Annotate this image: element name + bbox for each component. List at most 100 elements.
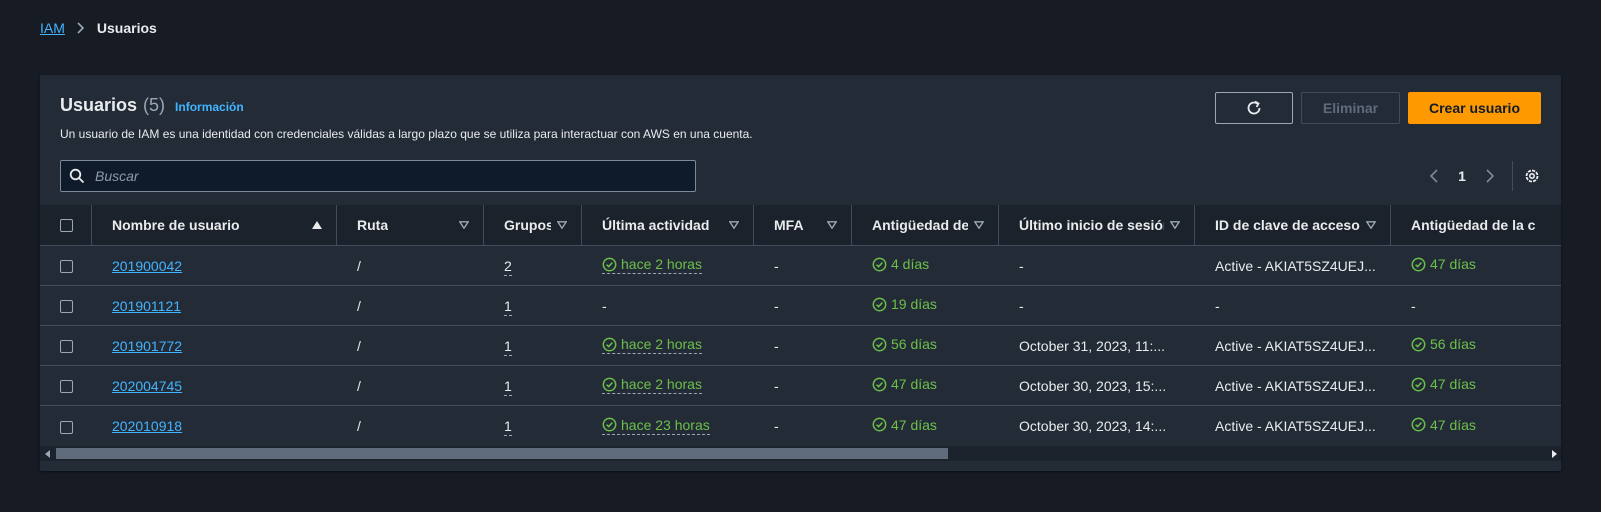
search-input[interactable] — [93, 167, 657, 185]
panel-description: Un usuario de IAM es una identidad con c… — [60, 127, 753, 141]
username-link[interactable]: 202010918 — [112, 418, 182, 434]
row-checkbox[interactable] — [60, 260, 73, 274]
age-value: 56 días — [872, 336, 937, 352]
groups-count[interactable]: 1 — [504, 297, 512, 316]
groups-count[interactable]: 1 — [504, 337, 512, 356]
last-activity-value[interactable]: hace 23 horas — [602, 417, 710, 435]
last-activity-value[interactable]: hace 2 horas — [602, 256, 702, 275]
header-access-key[interactable]: ID de clave de acceso — [1195, 205, 1391, 246]
age-text: 47 días — [891, 376, 937, 393]
last-activity-cell: - — [602, 297, 607, 314]
key-age-value: 47 días — [1411, 256, 1476, 272]
last-activity-text: hace 2 horas — [621, 336, 702, 353]
pagination: 1 — [1420, 158, 1541, 194]
header-groups[interactable]: Grupos — [484, 205, 582, 246]
key-age-text: 47 días — [1430, 376, 1476, 393]
header-key-age[interactable]: Antigüedad de la c — [1391, 205, 1561, 246]
last-activity-text: hace 2 horas — [621, 256, 702, 273]
check-circle-icon — [872, 377, 887, 392]
horizontal-scrollbar[interactable] — [40, 446, 1561, 461]
scroll-left-arrow-icon[interactable] — [40, 446, 55, 461]
row-checkbox[interactable] — [60, 380, 73, 394]
check-circle-icon — [1411, 257, 1426, 272]
header-label: MFA — [774, 217, 804, 233]
page-title: Usuarios — [60, 95, 138, 115]
header-username[interactable]: Nombre de usuario — [92, 205, 337, 246]
select-all-checkbox[interactable] — [60, 218, 73, 232]
info-link[interactable]: Información — [175, 100, 244, 114]
table-row: 202004745 / 1 hace 2 horas - 47 días Oct… — [40, 365, 1561, 406]
username-link[interactable]: 201900042 — [112, 258, 182, 274]
header-label: Grupos — [504, 217, 551, 233]
refresh-button[interactable] — [1215, 92, 1293, 124]
check-circle-icon — [1411, 377, 1426, 392]
key-age-cell: - — [1411, 297, 1416, 314]
caret-down-icon — [1170, 221, 1180, 229]
header-label: Ruta — [357, 217, 389, 233]
header-label: Antigüedad de la c — [1411, 217, 1536, 233]
header-last-activity[interactable]: Última actividad — [582, 205, 754, 246]
header-path[interactable]: Ruta — [337, 205, 484, 246]
age-text: 4 días — [891, 256, 930, 273]
create-user-button[interactable]: Crear usuario — [1408, 92, 1541, 124]
check-circle-icon — [1411, 417, 1426, 432]
last-activity-text: hace 2 horas — [621, 376, 702, 393]
check-circle-icon — [872, 297, 887, 312]
check-circle-icon — [872, 337, 887, 352]
last-activity-text: hace 23 horas — [621, 416, 710, 433]
key-age-text: 56 días — [1430, 336, 1476, 353]
mfa-cell: - — [774, 257, 779, 274]
row-checkbox[interactable] — [60, 420, 73, 434]
users-panel: Usuarios (5) Información Un usuario de I… — [40, 75, 1561, 471]
chevron-right-icon[interactable] — [1476, 169, 1504, 183]
last-login-cell: October 30, 2023, 14:... — [1019, 417, 1167, 434]
delete-button[interactable]: Eliminar — [1301, 92, 1400, 124]
last-login-cell: - — [1019, 297, 1024, 314]
mfa-cell: - — [774, 337, 779, 354]
header-last-login[interactable]: Último inicio de sesión — [999, 205, 1195, 246]
table-row: 201901121 / 1 - - 19 días - - - — [40, 285, 1561, 326]
chevron-left-icon[interactable] — [1420, 169, 1448, 183]
scroll-right-arrow-icon[interactable] — [1546, 446, 1561, 461]
caret-down-icon — [827, 221, 837, 229]
row-checkbox[interactable] — [60, 340, 73, 354]
breadcrumb: IAM Usuarios — [40, 20, 157, 36]
header-age[interactable]: Antigüedad de — [852, 205, 999, 246]
gear-icon[interactable] — [1523, 167, 1541, 185]
caret-down-icon — [729, 221, 739, 229]
caret-down-icon — [459, 221, 469, 229]
groups-count[interactable]: 1 — [504, 417, 512, 436]
last-activity-value[interactable]: hace 2 horas — [602, 336, 702, 355]
last-activity-value[interactable]: hace 2 horas — [602, 376, 702, 395]
key-age-value: 56 días — [1411, 336, 1476, 352]
groups-count[interactable]: 2 — [504, 257, 512, 276]
check-circle-icon — [602, 377, 617, 392]
table-row: 201901772 / 1 hace 2 horas - 56 días Oct… — [40, 325, 1561, 366]
scrollbar-thumb[interactable] — [56, 448, 948, 459]
header-label: Nombre de usuario — [112, 217, 240, 233]
header-mfa[interactable]: MFA — [754, 205, 852, 246]
mfa-cell: - — [774, 297, 779, 314]
path-cell: / — [357, 417, 361, 434]
key-age-text: 47 días — [1430, 256, 1476, 273]
panel-header: Usuarios (5) Información — [60, 95, 244, 116]
groups-count[interactable]: 1 — [504, 377, 512, 396]
header-label: Última actividad — [602, 217, 710, 233]
user-count: (5) — [143, 95, 166, 115]
row-checkbox[interactable] — [60, 300, 73, 314]
path-cell: / — [357, 257, 361, 274]
access-key-cell: Active - AKIAT5SZ4UEJ... — [1215, 257, 1376, 274]
page-number[interactable]: 1 — [1448, 168, 1476, 184]
header-label: Antigüedad de — [872, 217, 968, 233]
check-circle-icon — [602, 417, 617, 432]
check-circle-icon — [602, 337, 617, 352]
table-row: 202010918 / 1 hace 23 horas - 47 días Oc… — [40, 405, 1561, 446]
username-link[interactable]: 202004745 — [112, 378, 182, 394]
breadcrumb-iam-link[interactable]: IAM — [40, 20, 65, 36]
caret-down-icon — [1366, 221, 1376, 229]
caret-down-icon — [557, 221, 567, 229]
username-link[interactable]: 201901772 — [112, 338, 182, 354]
caret-up-icon — [312, 221, 322, 229]
access-key-cell: Active - AKIAT5SZ4UEJ... — [1215, 417, 1376, 434]
username-link[interactable]: 201901121 — [112, 298, 181, 314]
